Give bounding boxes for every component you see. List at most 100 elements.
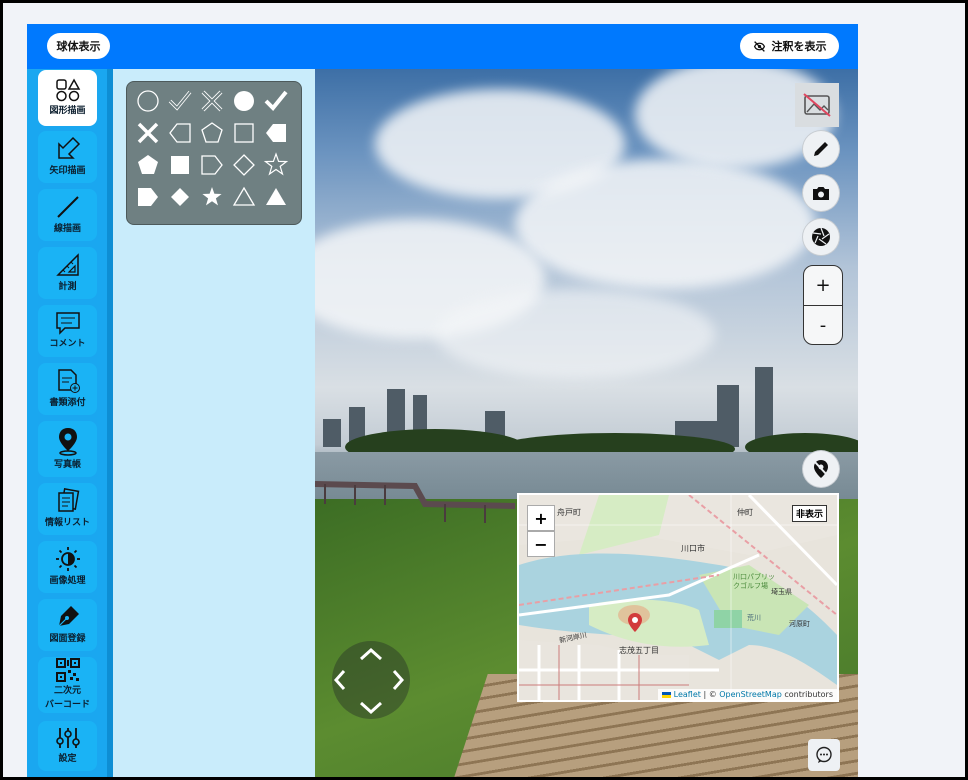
eye-off-icon	[753, 40, 765, 52]
square-filled-shape[interactable]	[165, 150, 195, 180]
shapes-icon	[55, 78, 80, 102]
aperture-button[interactable]	[803, 219, 839, 255]
nav-left-arrow[interactable]	[333, 670, 346, 690]
triangle-filled-shape[interactable]	[261, 182, 291, 212]
square-outline-shape[interactable]	[229, 118, 259, 148]
sidebar-item-label: 情報リスト	[44, 518, 90, 528]
location-off-icon	[813, 460, 829, 478]
leaflet-link[interactable]: Leaflet	[674, 690, 701, 699]
ukraine-flag-icon	[662, 691, 672, 698]
minimap-zoom-in-button[interactable]: +	[527, 505, 555, 531]
tag-right-filled-shape[interactable]	[133, 182, 163, 212]
minimap-tiles	[519, 495, 837, 700]
location-off-button[interactable]	[803, 451, 839, 487]
sidebar-item-label: 矢印描画	[49, 166, 86, 176]
chat-button[interactable]	[808, 739, 840, 771]
sidebar-item-drawing-register[interactable]: 図面登録	[38, 599, 97, 651]
circle-filled-shape[interactable]	[229, 86, 259, 116]
diamond-filled-shape[interactable]	[165, 182, 195, 212]
shape-panel	[114, 69, 315, 777]
shape-palette	[126, 81, 302, 225]
sidebar-item-qr-code[interactable]: 二次元 バーコード	[38, 657, 97, 713]
minimap-zoom-out-button[interactable]: −	[527, 531, 555, 557]
tag-left-outline-shape[interactable]	[165, 118, 195, 148]
chat-icon	[816, 746, 832, 763]
sidebar-item-label: 線描画	[53, 224, 81, 234]
nav-right-arrow[interactable]	[392, 670, 405, 690]
sidebar-item-label: 二次元 バーコード	[44, 686, 90, 710]
viewer-zoom-control: + -	[803, 265, 843, 345]
sidebar-item-comment[interactable]: コメント	[38, 305, 97, 357]
document-attach-icon	[57, 369, 80, 393]
panorama-viewer[interactable]: + - 舟戸町 川口市 仲町 埼玉県 河原町 新河岸川 志茂五丁目 川口パブリッ…	[315, 69, 858, 777]
pier	[315, 481, 516, 523]
show-annotation-label: 注釈を表示	[771, 40, 827, 53]
map-label: 仲町	[737, 508, 753, 517]
map-label: 志茂五丁目	[619, 646, 659, 655]
app: 球体表示 注釈を表示 図形描画 矢印描画 線描画 計測 コメント 書類添付 写真…	[27, 24, 858, 777]
star-outline-shape[interactable]	[261, 150, 291, 180]
sidebar-item-line-draw[interactable]: 線描画	[38, 189, 97, 241]
sidebar-item-label: 計測	[58, 282, 77, 292]
minimap-hide-button[interactable]: 非表示	[791, 505, 827, 522]
map-label: 舟戸町	[557, 508, 581, 517]
aperture-icon	[812, 227, 830, 246]
map-label: 河原町	[789, 620, 810, 628]
nav-down-arrow[interactable]	[359, 701, 383, 715]
circle-outline-shape[interactable]	[133, 86, 163, 116]
sidebar-item-label: 書類添付	[49, 398, 86, 408]
sidebar-item-document-attach[interactable]: 書類添付	[38, 363, 97, 415]
tag-left-filled-shape[interactable]	[261, 118, 291, 148]
nav-arrows	[333, 647, 405, 715]
viewer-zoom-out-button[interactable]: -	[804, 306, 842, 345]
qr-code-icon	[55, 658, 80, 682]
diamond-outline-shape[interactable]	[229, 150, 259, 180]
x-filled-shape[interactable]	[133, 118, 163, 148]
sidebar-item-label: 画像処理	[49, 576, 86, 586]
top-bar: 球体表示 注釈を表示	[27, 24, 858, 69]
sidebar-item-image-processing[interactable]: 画像処理	[38, 541, 97, 593]
sidebar-item-arrow-draw[interactable]: 矢印描画	[38, 131, 97, 183]
sidebar-item-info-list[interactable]: 情報リスト	[38, 483, 97, 535]
ruler-icon	[55, 253, 79, 276]
check-filled-shape[interactable]	[261, 86, 291, 116]
sidebar-item-settings[interactable]: 設定	[38, 721, 97, 771]
sidebar-item-label: コメント	[49, 339, 86, 349]
attribution-tail: contributors	[781, 690, 833, 699]
pencil-icon	[814, 142, 828, 156]
sidebar-item-label: 図面登録	[49, 634, 86, 644]
sidebar-item-label: 図形描画	[49, 106, 86, 116]
arrow-draw-icon	[57, 136, 80, 159]
pentagon-filled-shape[interactable]	[133, 150, 163, 180]
image-off-button[interactable]	[795, 83, 839, 127]
triangle-outline-shape[interactable]	[229, 182, 259, 212]
viewer-zoom-in-button[interactable]: +	[804, 266, 842, 306]
map-pin-icon	[58, 428, 77, 456]
cloud	[515, 159, 815, 289]
attribution-separator: | ©	[700, 690, 720, 699]
sliders-icon	[55, 728, 80, 748]
sidebar-item-label: 写真帳	[53, 460, 81, 470]
pen-nib-icon	[58, 606, 79, 627]
tag-right-outline-shape[interactable]	[197, 150, 227, 180]
pentagon-outline-shape[interactable]	[197, 118, 227, 148]
sidebar-item-shape-draw[interactable]: 図形描画	[38, 70, 97, 126]
city-skyline	[323, 367, 858, 459]
map-label: 川口市	[681, 544, 705, 553]
info-list-icon	[57, 488, 79, 512]
map-attribution: Leaflet | © OpenStreetMap contributors	[658, 689, 837, 700]
star-filled-shape[interactable]	[197, 182, 227, 212]
show-annotation-button[interactable]: 注釈を表示	[740, 33, 839, 59]
navigation-pad	[332, 641, 410, 719]
check-outline-shape[interactable]	[165, 86, 195, 116]
minimap[interactable]: 舟戸町 川口市 仲町 埼玉県 河原町 新河岸川 志茂五丁目 川口パブリックゴルフ…	[517, 493, 839, 702]
osm-link[interactable]: OpenStreetMap	[719, 690, 782, 699]
pencil-button[interactable]	[803, 131, 839, 167]
sphere-view-button[interactable]: 球体表示	[47, 33, 110, 59]
camera-button[interactable]	[803, 175, 839, 211]
x-outline-shape[interactable]	[197, 86, 227, 116]
sidebar-item-photo-book[interactable]: 写真帳	[38, 421, 97, 477]
nav-up-arrow[interactable]	[359, 647, 383, 661]
image-off-icon	[803, 93, 831, 117]
sidebar-item-measure[interactable]: 計測	[38, 247, 97, 299]
